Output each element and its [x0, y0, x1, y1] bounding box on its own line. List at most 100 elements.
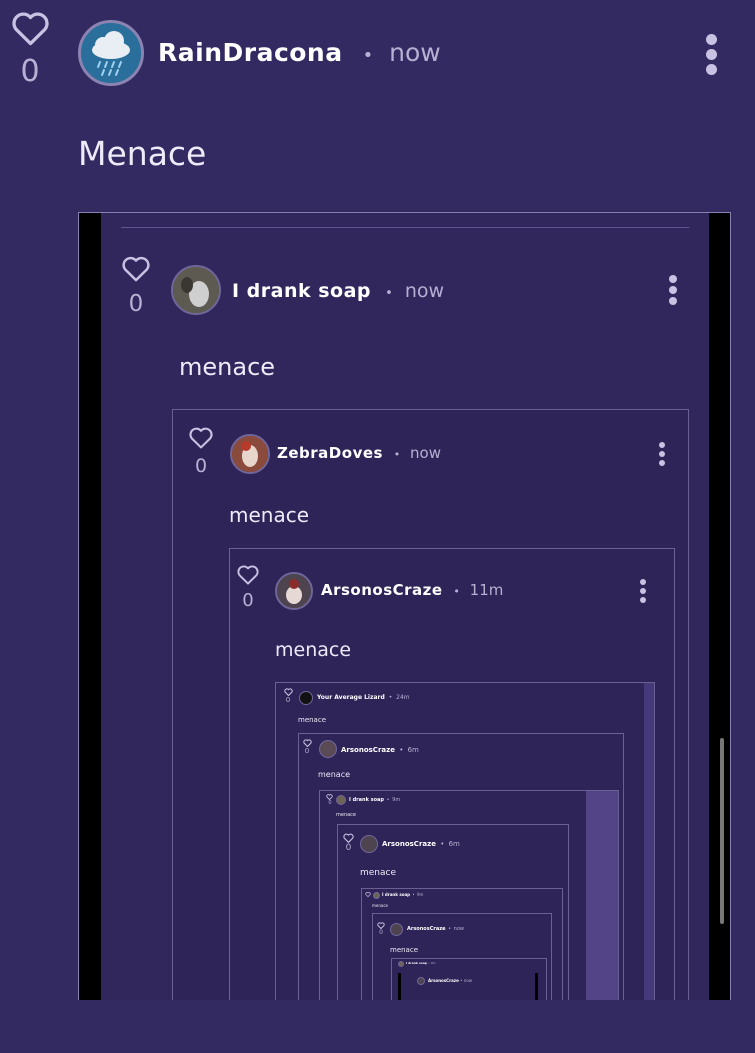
- comment-header: ArsonosCraze • 11m: [321, 580, 503, 602]
- more-options-icon: [669, 275, 678, 305]
- more-options-icon: [659, 442, 666, 466]
- comment-header: ArsonosCraze • 6m: [341, 745, 419, 755]
- like-count: 0: [285, 696, 291, 704]
- like-count: 0: [20, 54, 40, 89]
- like-count: 0: [242, 590, 254, 611]
- comment-header: ArsonosCraze • now: [407, 926, 464, 933]
- separator-dot: •: [448, 926, 452, 932]
- username: ArsonosCraze: [321, 581, 443, 599]
- nested-comment-frame: 0 ZebraDoves • now menace 0 ArsonosCraze…: [172, 409, 689, 1053]
- attached-screenshot[interactable]: 0 I drank soap • now menace 0 ZebraDoves…: [78, 212, 731, 1053]
- username: I drank soap: [382, 892, 411, 897]
- avatar: [417, 977, 425, 985]
- like-heart-icon: [122, 256, 150, 282]
- username: ArsonosCraze: [341, 746, 395, 754]
- like-count: 0: [128, 291, 144, 317]
- username: ArsonosCraze: [407, 926, 446, 932]
- separator-dot: •: [440, 840, 445, 848]
- username: I drank soap: [406, 961, 428, 965]
- post-text: Menace: [78, 134, 207, 173]
- separator-dot: •: [388, 694, 393, 701]
- scroll-indicator: [720, 738, 724, 924]
- divider: [121, 227, 689, 228]
- username: I drank soap: [349, 797, 385, 803]
- comment-text: menace: [275, 639, 352, 661]
- like-heart-icon: [237, 565, 259, 585]
- timestamp: now: [389, 38, 441, 67]
- timestamp: 6m: [448, 840, 460, 848]
- comment-text: menace: [360, 868, 397, 878]
- like-heart-icon: [343, 833, 354, 843]
- comment-text: menace: [179, 353, 276, 381]
- timestamp: now: [410, 444, 441, 462]
- scrollbar: [644, 683, 654, 1053]
- timestamp: 11m: [469, 581, 504, 599]
- like-heart-icon: [189, 427, 213, 449]
- username: I drank soap: [232, 280, 372, 302]
- username: ZebraDoves: [277, 444, 383, 462]
- separator-dot: •: [460, 978, 463, 983]
- comment-header: ArsonosCraze • now: [428, 978, 472, 984]
- avatar: [171, 265, 221, 315]
- username: ArsonosCraze: [382, 840, 436, 848]
- avatar: [230, 434, 270, 474]
- avatar: [319, 740, 337, 758]
- avatar: [275, 572, 313, 610]
- avatar: [336, 795, 346, 805]
- comment-header: ZebraDoves • now: [277, 443, 441, 465]
- like-count: 0: [304, 747, 310, 755]
- separator-dot: •: [399, 746, 404, 754]
- comment-header: I drank soap • 9m: [382, 892, 423, 898]
- comment-header: I drank soap • 9m: [406, 961, 436, 966]
- comment-header: I drank soap • now: [232, 278, 444, 307]
- timestamp: 9m: [430, 961, 436, 965]
- timestamp: 9m: [392, 797, 401, 803]
- nested-comment-frame: 0 Your Average Lizard • 24m menace 0 Ars…: [275, 682, 655, 1053]
- comment-text: menace: [372, 903, 389, 908]
- nested-comment-frame: 0 ArsonosCraze • 11m menace 0 Your Avera…: [229, 548, 675, 1053]
- comment-header: ArsonosCraze • 6m: [382, 839, 460, 849]
- avatar: [360, 835, 378, 853]
- username: Your Average Lizard: [317, 694, 385, 701]
- separator-dot: •: [393, 448, 401, 461]
- rain-cloud-icon: [81, 23, 141, 83]
- avatar: [373, 892, 380, 899]
- comment-text: menace: [298, 716, 327, 724]
- like-heart-icon: [365, 892, 371, 897]
- comment-header: Your Average Lizard • 24m: [317, 693, 410, 702]
- timestamp: now: [404, 280, 445, 302]
- avatar: [398, 961, 404, 967]
- timestamp: now: [463, 978, 473, 983]
- screenshot-content: 0 I drank soap • now menace 0 ZebraDoves…: [101, 213, 709, 1053]
- post-header: RainDracona • now: [158, 36, 441, 73]
- timestamp: 9m: [416, 892, 424, 897]
- comment-text: menace: [390, 946, 419, 954]
- avatar: [299, 691, 313, 705]
- separator-dot: •: [412, 892, 415, 897]
- separator-dot: •: [427, 961, 430, 965]
- like-heart-icon: [303, 739, 312, 747]
- like-count: 0: [345, 843, 352, 853]
- username[interactable]: RainDracona: [158, 38, 343, 67]
- like-count: 0: [194, 455, 208, 477]
- avatar[interactable]: [78, 20, 144, 86]
- page-footer-area: [0, 1000, 755, 1053]
- like-heart-icon: [284, 688, 293, 696]
- comment-text: menace: [336, 812, 357, 818]
- like-heart-icon: [377, 922, 385, 929]
- comment-header: I drank soap • 9m: [349, 797, 400, 804]
- like-count: 0: [379, 929, 383, 936]
- like-count: 0: [328, 800, 332, 806]
- separator-dot: •: [453, 585, 460, 598]
- separator-dot: •: [386, 797, 390, 803]
- more-options-icon[interactable]: [706, 34, 718, 75]
- separator-dot: •: [362, 45, 374, 66]
- timestamp: 24m: [396, 694, 410, 701]
- comment-text: menace: [229, 503, 310, 527]
- timestamp: now: [453, 926, 464, 932]
- separator-dot: •: [385, 286, 393, 301]
- timestamp: 6m: [407, 746, 419, 754]
- username: ArsonosCraze: [428, 978, 459, 983]
- avatar: [390, 923, 403, 936]
- like-heart-icon[interactable]: [10, 10, 51, 46]
